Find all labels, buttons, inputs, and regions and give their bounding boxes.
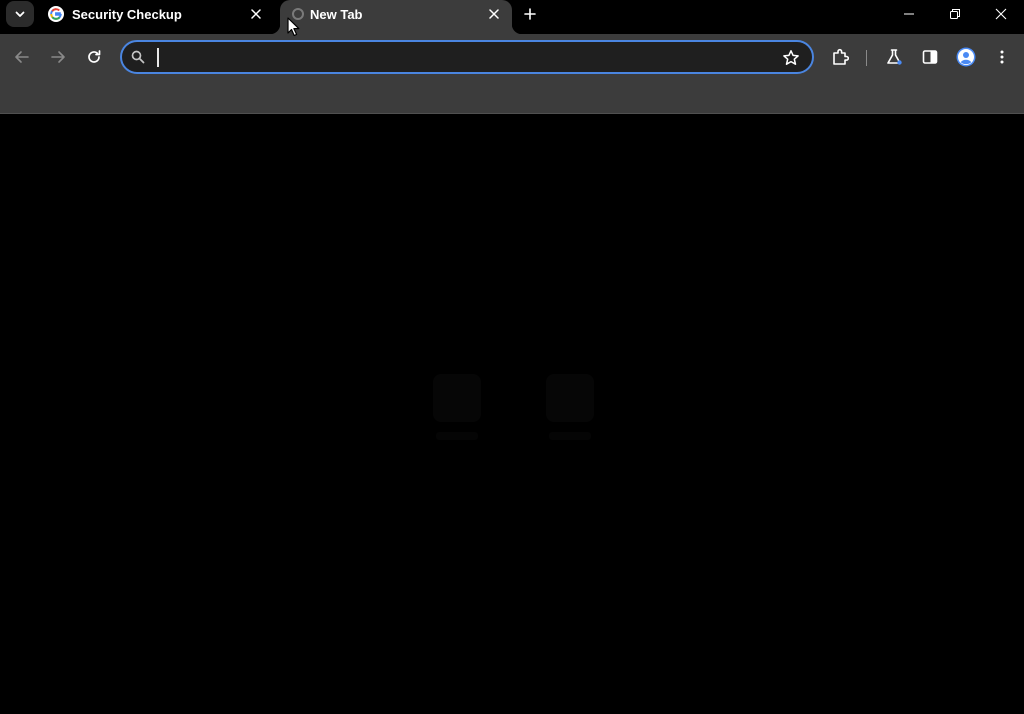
bookmark-star-button[interactable] xyxy=(780,47,802,69)
tab-close-button[interactable] xyxy=(247,5,265,23)
close-icon xyxy=(251,9,261,19)
toolbar xyxy=(0,34,1024,80)
reload-button[interactable] xyxy=(80,43,108,71)
labs-button[interactable] xyxy=(880,43,908,71)
text-caret xyxy=(157,48,159,67)
tab-security-checkup[interactable]: Security Checkup xyxy=(38,0,274,34)
extensions-icon xyxy=(833,48,849,65)
close-icon xyxy=(489,9,499,19)
reload-icon xyxy=(88,50,101,63)
minimize-icon xyxy=(904,13,914,15)
google-icon xyxy=(48,6,64,22)
restore-button[interactable] xyxy=(932,0,978,28)
shortcut-icon xyxy=(433,374,481,422)
bookmarks-bar xyxy=(0,80,1024,114)
tab-close-button[interactable] xyxy=(485,5,503,23)
mouse-cursor-icon xyxy=(287,17,300,37)
close-window-button[interactable] xyxy=(978,0,1024,28)
side-panel-button[interactable] xyxy=(916,43,944,71)
menu-icon xyxy=(1000,50,1004,64)
shortcut-tile[interactable] xyxy=(421,374,493,454)
search-icon xyxy=(131,50,145,64)
back-arrow-icon xyxy=(15,51,29,63)
forward-arrow-icon xyxy=(51,51,65,63)
menu-button[interactable] xyxy=(988,43,1016,71)
back-button[interactable] xyxy=(8,43,36,71)
new-tab-button[interactable] xyxy=(518,3,542,25)
plus-icon xyxy=(524,8,536,20)
labs-icon xyxy=(887,49,902,65)
toolbar-separator xyxy=(866,50,867,66)
star-icon xyxy=(783,50,799,65)
chevron-down-icon xyxy=(15,11,25,17)
tab-search-button[interactable] xyxy=(6,1,34,27)
address-input[interactable] xyxy=(154,46,774,68)
shortcut-tile[interactable] xyxy=(534,374,606,454)
profile-icon xyxy=(956,47,976,67)
tab-new-tab[interactable]: New Tab xyxy=(270,0,522,34)
tab-title: New Tab xyxy=(310,7,363,22)
side-panel-icon xyxy=(922,50,938,64)
shortcut-icon xyxy=(546,374,594,422)
tab-strip: Security Checkup New Tab xyxy=(0,0,1024,34)
profile-button[interactable] xyxy=(952,43,980,71)
browser-window: Security Checkup New Tab xyxy=(0,0,1024,714)
address-bar[interactable] xyxy=(120,40,814,74)
extensions-button[interactable] xyxy=(826,43,854,71)
tab-title: Security Checkup xyxy=(72,7,182,22)
restore-icon xyxy=(950,9,960,19)
shortcut-label xyxy=(436,432,478,440)
forward-button[interactable] xyxy=(44,43,72,71)
close-icon xyxy=(995,8,1007,20)
shortcut-label xyxy=(549,432,591,440)
new-tab-page xyxy=(0,115,1024,714)
minimize-button[interactable] xyxy=(886,0,932,28)
